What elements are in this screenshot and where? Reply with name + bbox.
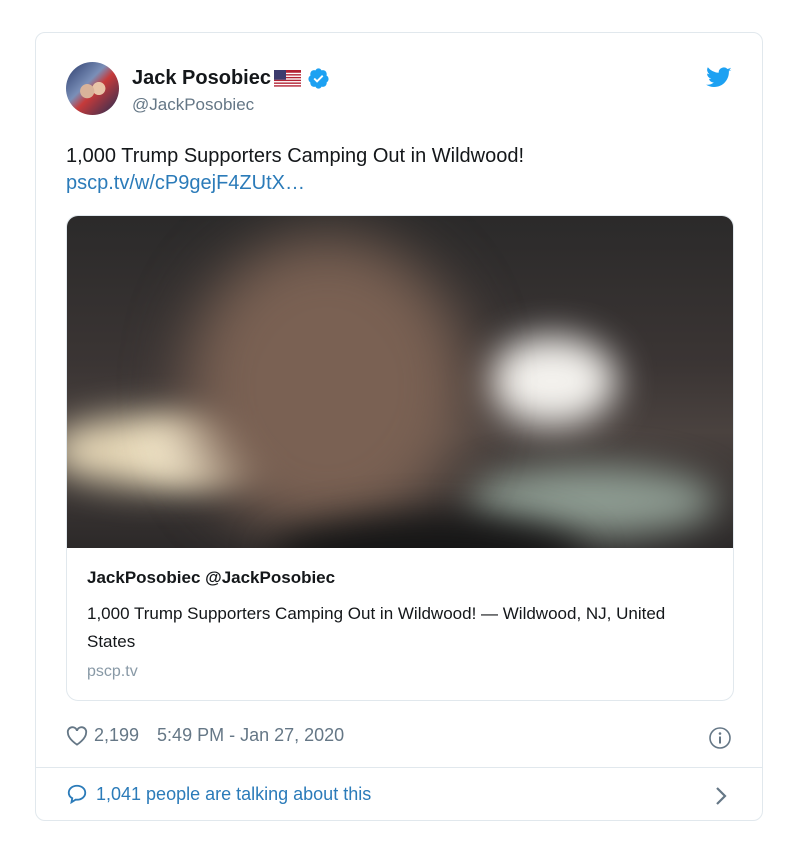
tweet-text: 1,000 Trump Supporters Camping Out in Wi… xyxy=(66,145,524,167)
author-handle[interactable]: @JackPosobiec xyxy=(132,95,254,115)
avatar[interactable] xyxy=(66,62,119,115)
display-name[interactable]: Jack Posobiec xyxy=(132,67,271,90)
chevron-right-icon[interactable] xyxy=(714,785,728,807)
like-count[interactable]: 2,199 xyxy=(94,725,139,746)
conversation-link[interactable]: 1,041 people are talking about this xyxy=(66,783,371,805)
tweet-timestamp[interactable]: 5:49 PM - Jan 27, 2020 xyxy=(157,725,344,746)
video-thumbnail[interactable] xyxy=(67,216,733,548)
info-icon[interactable] xyxy=(708,726,732,750)
tweet-meta-row: 2,199 5:49 PM - Jan 27, 2020 xyxy=(66,725,344,746)
link-preview-title: JackPosobiec @JackPosobiec xyxy=(87,568,336,587)
link-preview-card[interactable]: JackPosobiec @JackPosobiec 1,000 Trump S… xyxy=(66,215,734,701)
speech-bubble-icon xyxy=(67,784,87,805)
us-flag-icon xyxy=(273,69,301,88)
twitter-bird-icon[interactable] xyxy=(706,67,732,89)
link-preview-domain: pscp.tv xyxy=(87,663,138,680)
tweet-link[interactable]: pscp.tv/w/cP9gejF4ZUtX… xyxy=(66,172,305,195)
author-name-row: Jack Posobiec xyxy=(132,67,330,90)
talking-about-text[interactable]: 1,041 people are talking about this xyxy=(96,784,371,805)
verified-badge-icon xyxy=(308,68,329,89)
footer-divider xyxy=(36,767,762,768)
link-preview-description: 1,000 Trump Supporters Camping Out in Wi… xyxy=(87,604,666,651)
embedded-tweet-card[interactable]: Jack Posobiec @JackPosobiec 1,000 Trump … xyxy=(35,32,763,821)
heart-icon[interactable] xyxy=(66,725,88,746)
